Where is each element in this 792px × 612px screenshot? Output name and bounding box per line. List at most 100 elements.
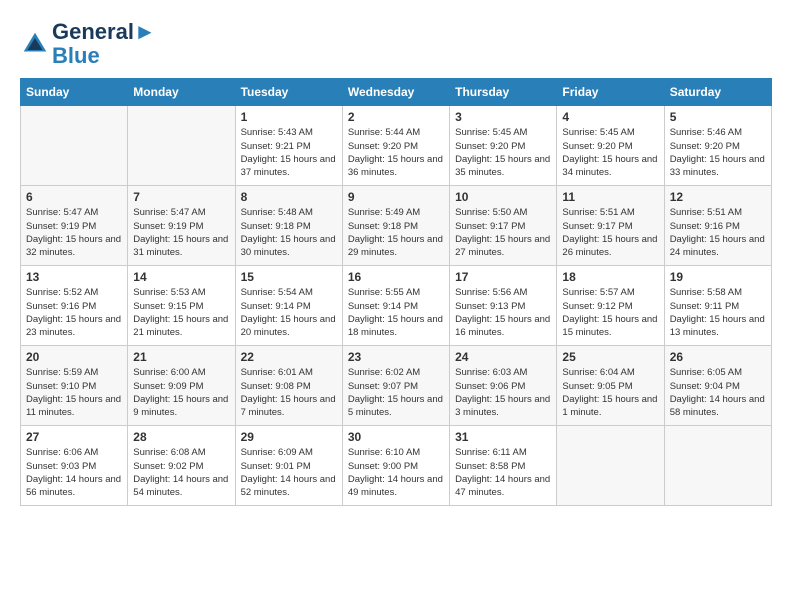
day-info: Sunrise: 6:02 AMSunset: 9:07 PMDaylight:… [348, 366, 444, 419]
day-number: 27 [26, 430, 122, 444]
day-cell: 10 Sunrise: 5:50 AMSunset: 9:17 PMDayligh… [450, 186, 557, 266]
day-info: Sunrise: 5:51 AMSunset: 9:17 PMDaylight:… [562, 206, 658, 259]
day-info: Sunrise: 6:09 AMSunset: 9:01 PMDaylight:… [241, 446, 337, 499]
day-info: Sunrise: 5:43 AMSunset: 9:21 PMDaylight:… [241, 126, 337, 179]
day-cell [21, 106, 128, 186]
day-cell: 29 Sunrise: 6:09 AMSunset: 9:01 PMDayligh… [235, 426, 342, 506]
day-number: 6 [26, 190, 122, 204]
day-cell: 8 Sunrise: 5:48 AMSunset: 9:18 PMDaylight… [235, 186, 342, 266]
day-info: Sunrise: 5:50 AMSunset: 9:17 PMDaylight:… [455, 206, 551, 259]
day-number: 25 [562, 350, 658, 364]
day-cell [664, 426, 771, 506]
week-row-4: 20 Sunrise: 5:59 AMSunset: 9:10 PMDayligh… [21, 346, 772, 426]
day-cell: 22Sunrise: 6:01 AMSunset: 9:08 PMDayligh… [235, 346, 342, 426]
day-info: Sunrise: 5:44 AMSunset: 9:20 PMDaylight:… [348, 126, 444, 179]
week-row-1: 1 Sunrise: 5:43 AMSunset: 9:21 PMDaylight… [21, 106, 772, 186]
day-cell: 12 Sunrise: 5:51 AMSunset: 9:16 PMDayligh… [664, 186, 771, 266]
day-number: 29 [241, 430, 337, 444]
col-header-monday: Monday [128, 79, 235, 106]
day-info: Sunrise: 5:45 AMSunset: 9:20 PMDaylight:… [455, 126, 551, 179]
day-cell: 18 Sunrise: 5:57 AMSunset: 9:12 PMDayligh… [557, 266, 664, 346]
day-cell: 7Sunrise: 5:47 AMSunset: 9:19 PMDaylight… [128, 186, 235, 266]
day-cell: 13 Sunrise: 5:52 AMSunset: 9:16 PMDayligh… [21, 266, 128, 346]
day-info: Sunrise: 6:00 AMSunset: 9:09 PMDaylight:… [133, 366, 229, 419]
day-number: 11 [562, 190, 658, 204]
col-header-tuesday: Tuesday [235, 79, 342, 106]
day-number: 5 [670, 110, 766, 124]
col-header-friday: Friday [557, 79, 664, 106]
day-info: Sunrise: 5:59 AMSunset: 9:10 PMDaylight:… [26, 366, 122, 419]
day-info: Sunrise: 5:48 AMSunset: 9:18 PMDaylight:… [241, 206, 337, 259]
day-cell: 24 Sunrise: 6:03 AMSunset: 9:06 PMDayligh… [450, 346, 557, 426]
day-cell [128, 106, 235, 186]
day-number: 13 [26, 270, 122, 284]
day-cell: 2 Sunrise: 5:44 AMSunset: 9:20 PMDaylight… [342, 106, 449, 186]
day-info: Sunrise: 5:54 AMSunset: 9:14 PMDaylight:… [241, 286, 337, 339]
week-row-3: 13 Sunrise: 5:52 AMSunset: 9:16 PMDayligh… [21, 266, 772, 346]
logo-icon [20, 29, 50, 59]
day-number: 23 [348, 350, 444, 364]
day-number: 9 [348, 190, 444, 204]
page-header: General► Blue [20, 20, 772, 68]
day-number: 30 [348, 430, 444, 444]
day-number: 20 [26, 350, 122, 364]
day-number: 24 [455, 350, 551, 364]
calendar-header: SundayMondayTuesdayWednesdayThursdayFrid… [21, 79, 772, 106]
day-info: Sunrise: 5:55 AMSunset: 9:14 PMDaylight:… [348, 286, 444, 339]
col-header-saturday: Saturday [664, 79, 771, 106]
day-number: 12 [670, 190, 766, 204]
day-number: 3 [455, 110, 551, 124]
day-info: Sunrise: 5:47 AMSunset: 9:19 PMDaylight:… [133, 206, 229, 259]
day-number: 14 [133, 270, 229, 284]
calendar-body: 1 Sunrise: 5:43 AMSunset: 9:21 PMDaylight… [21, 106, 772, 506]
day-cell: 20 Sunrise: 5:59 AMSunset: 9:10 PMDayligh… [21, 346, 128, 426]
day-cell: 6 Sunrise: 5:47 AMSunset: 9:19 PMDaylight… [21, 186, 128, 266]
day-cell: 23 Sunrise: 6:02 AMSunset: 9:07 PMDayligh… [342, 346, 449, 426]
day-cell: 17 Sunrise: 5:56 AMSunset: 9:13 PMDayligh… [450, 266, 557, 346]
day-info: Sunrise: 6:08 AMSunset: 9:02 PMDaylight:… [133, 446, 229, 499]
day-info: Sunrise: 5:47 AMSunset: 9:19 PMDaylight:… [26, 206, 122, 259]
day-cell: 31Sunrise: 6:11 AMSunset: 8:58 PMDayligh… [450, 426, 557, 506]
day-cell: 30 Sunrise: 6:10 AMSunset: 9:00 PMDayligh… [342, 426, 449, 506]
day-info: Sunrise: 5:57 AMSunset: 9:12 PMDaylight:… [562, 286, 658, 339]
day-cell: 4 Sunrise: 5:45 AMSunset: 9:20 PMDaylight… [557, 106, 664, 186]
day-number: 8 [241, 190, 337, 204]
calendar-table: SundayMondayTuesdayWednesdayThursdayFrid… [20, 78, 772, 506]
day-number: 16 [348, 270, 444, 284]
day-number: 15 [241, 270, 337, 284]
day-info: Sunrise: 6:10 AMSunset: 9:00 PMDaylight:… [348, 446, 444, 499]
day-info: Sunrise: 5:45 AMSunset: 9:20 PMDaylight:… [562, 126, 658, 179]
day-number: 10 [455, 190, 551, 204]
day-cell: 1 Sunrise: 5:43 AMSunset: 9:21 PMDaylight… [235, 106, 342, 186]
col-header-sunday: Sunday [21, 79, 128, 106]
day-number: 22 [241, 350, 337, 364]
day-info: Sunrise: 5:56 AMSunset: 9:13 PMDaylight:… [455, 286, 551, 339]
day-info: Sunrise: 5:52 AMSunset: 9:16 PMDaylight:… [26, 286, 122, 339]
day-info: Sunrise: 5:53 AMSunset: 9:15 PMDaylight:… [133, 286, 229, 339]
day-info: Sunrise: 6:03 AMSunset: 9:06 PMDaylight:… [455, 366, 551, 419]
day-cell: 11 Sunrise: 5:51 AMSunset: 9:17 PMDayligh… [557, 186, 664, 266]
day-number: 18 [562, 270, 658, 284]
day-number: 1 [241, 110, 337, 124]
day-cell: 21Sunrise: 6:00 AMSunset: 9:09 PMDayligh… [128, 346, 235, 426]
day-cell: 26Sunrise: 6:05 AMSunset: 9:04 PMDayligh… [664, 346, 771, 426]
day-info: Sunrise: 5:46 AMSunset: 9:20 PMDaylight:… [670, 126, 766, 179]
day-number: 4 [562, 110, 658, 124]
day-info: Sunrise: 5:51 AMSunset: 9:16 PMDaylight:… [670, 206, 766, 259]
day-cell: 28 Sunrise: 6:08 AMSunset: 9:02 PMDayligh… [128, 426, 235, 506]
day-info: Sunrise: 6:11 AMSunset: 8:58 PMDaylight:… [455, 446, 551, 499]
week-row-2: 6 Sunrise: 5:47 AMSunset: 9:19 PMDaylight… [21, 186, 772, 266]
day-cell [557, 426, 664, 506]
day-number: 19 [670, 270, 766, 284]
col-header-thursday: Thursday [450, 79, 557, 106]
day-number: 17 [455, 270, 551, 284]
day-cell: 25Sunrise: 6:04 AMSunset: 9:05 PMDayligh… [557, 346, 664, 426]
day-cell: 19Sunrise: 5:58 AMSunset: 9:11 PMDayligh… [664, 266, 771, 346]
day-info: Sunrise: 5:49 AMSunset: 9:18 PMDaylight:… [348, 206, 444, 259]
day-cell: 3 Sunrise: 5:45 AMSunset: 9:20 PMDaylight… [450, 106, 557, 186]
day-number: 28 [133, 430, 229, 444]
day-cell: 15 Sunrise: 5:54 AMSunset: 9:14 PMDayligh… [235, 266, 342, 346]
day-number: 2 [348, 110, 444, 124]
logo-text: General► Blue [52, 20, 156, 68]
day-number: 26 [670, 350, 766, 364]
